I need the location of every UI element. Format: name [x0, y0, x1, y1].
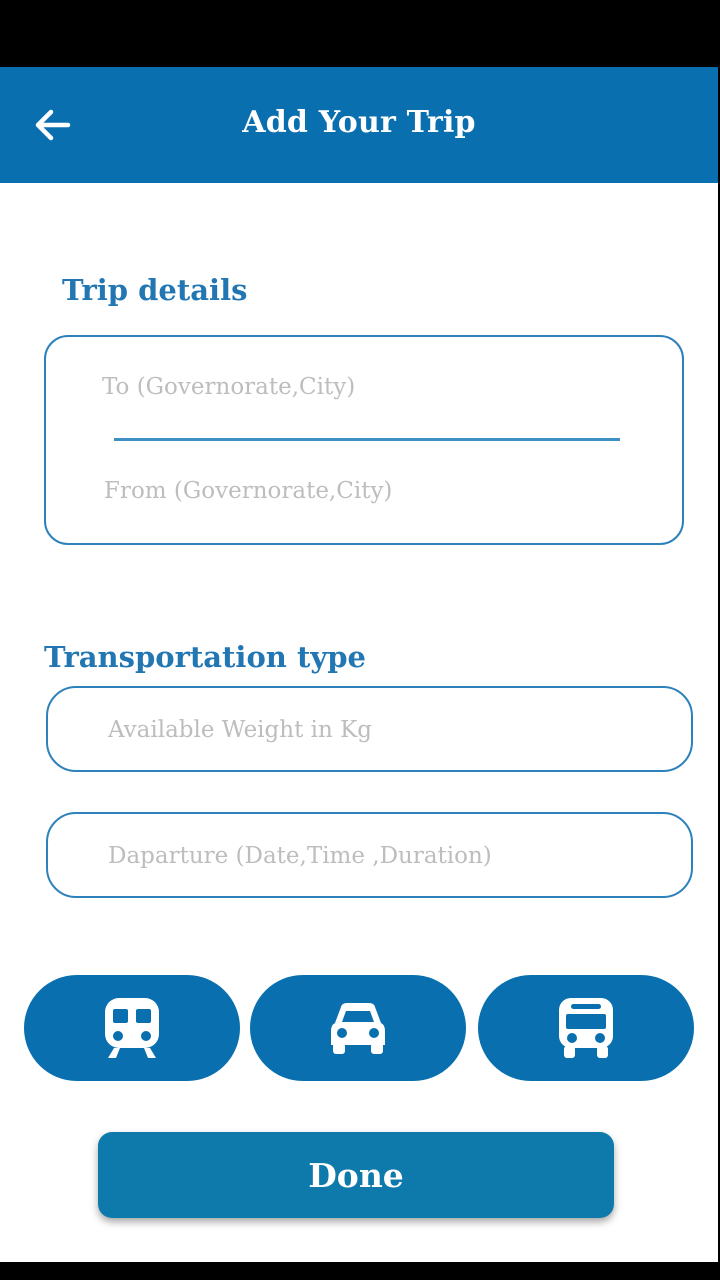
done-button[interactable]: Done: [98, 1132, 614, 1218]
route-divider: [114, 438, 620, 441]
route-card: [44, 335, 684, 545]
weight-field: [46, 686, 693, 772]
weight-input[interactable]: [108, 710, 668, 750]
train-option-button[interactable]: [24, 975, 240, 1081]
car-option-button[interactable]: [250, 975, 466, 1081]
add-trip-screen: Add Your Trip Trip details Transportatio…: [0, 67, 718, 1262]
bus-icon: [559, 998, 613, 1058]
train-icon: [105, 998, 159, 1058]
page-title: Add Your Trip: [242, 105, 476, 140]
trip-details-label: Trip details: [62, 273, 248, 307]
to-input[interactable]: [102, 367, 642, 407]
from-input[interactable]: [104, 471, 644, 511]
transportation-type-label: Transportation type: [44, 640, 366, 674]
departure-field: [46, 812, 693, 898]
car-icon: [331, 1003, 385, 1054]
departure-input[interactable]: [108, 836, 668, 876]
bus-option-button[interactable]: [478, 975, 694, 1081]
app-bar: Add Your Trip: [0, 67, 718, 183]
